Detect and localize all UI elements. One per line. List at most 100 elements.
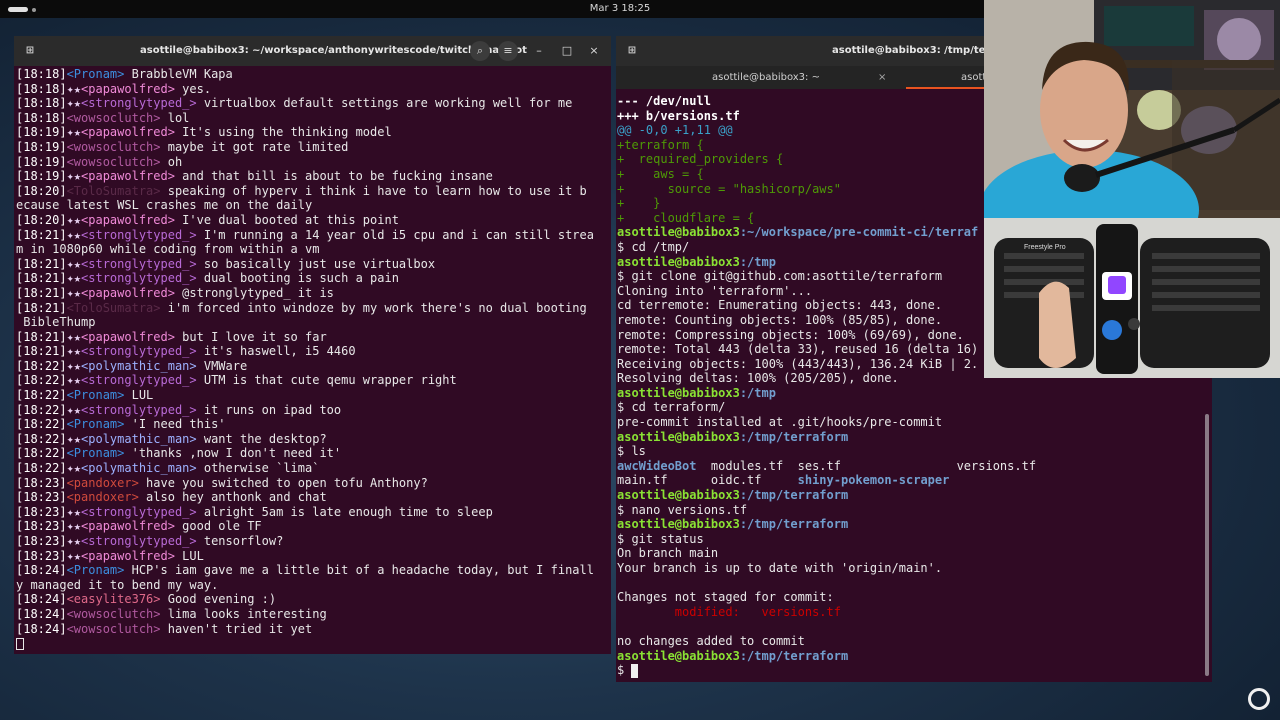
chat-badge: ✦★	[66, 431, 82, 446]
shell-text: Your branch is up to date with 'origin/m…	[617, 561, 943, 575]
shell-line: --- /dev/null	[617, 94, 1036, 109]
chat-line: m in 1080p60 while coding from within a …	[16, 242, 594, 257]
shell-line: $ ls	[617, 444, 1036, 459]
chat-log[interactable]: [18:18]<Pronam> BrabbleVM Kapa [18:18]✦★<…	[16, 67, 594, 651]
chat-line: [18:22]<Pronam> 'I need this'	[16, 417, 594, 432]
shell-text: remote: Counting objects: 100% (85/85), …	[617, 312, 943, 327]
tab-home[interactable]: asottile@babibox3: ~	[712, 66, 820, 89]
shell-text: @@ -0,0 +1,11 @@	[617, 123, 733, 138]
chat-message: HCP's iam gave me a little bit of a head…	[124, 563, 594, 578]
shell-text: + source = "hashicorp/aws"	[617, 181, 841, 196]
chat-timestamp: [18:21]	[16, 329, 67, 344]
shell-text: $ git status	[617, 531, 704, 546]
chat-line: [18:19]✦★<papawolfred> and that bill is …	[16, 169, 594, 184]
shell-text: cd terremote: Enumerating objects: 443, …	[617, 298, 943, 313]
chat-message: It's using the thinking model	[174, 125, 392, 140]
shell-line: remote: Compressing objects: 100% (69/69…	[617, 328, 1036, 343]
chat-terminal-titlebar[interactable]: ⊞ asottile@babibox3: ~/workspace/anthony…	[14, 36, 611, 66]
search-icon[interactable]: ⌕	[470, 41, 490, 61]
window-title: asottile@babibox3: ~/workspace/anthonywr…	[140, 45, 527, 56]
chat-badge: ✦★	[66, 169, 82, 184]
chat-timestamp: [18:18]	[16, 110, 67, 125]
maximize-icon[interactable]: □	[557, 41, 577, 61]
chat-line: [18:23]<pandoxer> have you switched to o…	[16, 476, 594, 491]
shell-text: Cloning into 'terraform'...	[617, 283, 813, 298]
chat-message: LUL	[124, 388, 154, 403]
shell-text: awcWideoBot	[617, 458, 697, 473]
chat-timestamp: [18:20]	[16, 212, 67, 227]
shell-text: asottile@babibox3	[617, 225, 740, 240]
shell-line: + cloudflare = {	[617, 211, 1036, 226]
minimize-icon[interactable]: –	[529, 41, 549, 61]
chat-username: <Pronam>	[66, 563, 125, 578]
shell-text: modified: versions.tf	[617, 604, 841, 619]
shell-text: main.tf oidc.tf	[617, 473, 798, 488]
shell-text: + cloudflare = {	[617, 210, 755, 225]
chat-line: [18:21]✦★<stronglytyped_> it's haswell, …	[16, 344, 594, 359]
shell-text: asottile@babibox3	[617, 488, 740, 503]
shell-line: asottile@babibox3:/tmp/terraform	[617, 517, 1036, 532]
chat-username: <polymathic_man>	[81, 431, 197, 446]
chat-message: good ole TF	[174, 519, 262, 534]
streamer-picture	[984, 0, 1280, 218]
chat-username: <stronglytyped_>	[81, 402, 197, 417]
shell-text: :/tmp	[739, 385, 776, 400]
shell-text: shiny-pokemon-scraper	[797, 473, 950, 488]
keyboard-picture	[984, 218, 1280, 378]
new-tab-icon[interactable]: ⊞	[624, 43, 640, 59]
chat-message: also hey anthonk and chat	[138, 490, 327, 505]
shell-text: :/tmp/terraform	[739, 517, 849, 532]
shell-text: + aws = {	[617, 166, 704, 181]
chat-timestamp: [18:23]	[16, 490, 67, 505]
chat-message: have you switched to open tofu Anthony?	[138, 475, 428, 490]
chat-badge: ✦★	[66, 548, 82, 563]
tab-close-icon[interactable]: ×	[878, 66, 886, 89]
chat-line: [18:22]✦★<polymathic_man> otherwise `lim…	[16, 461, 594, 476]
shell-text: remote: Compressing objects: 100% (69/69…	[617, 327, 964, 342]
new-tab-icon[interactable]: ⊞	[22, 43, 38, 59]
chat-timestamp: [18:20]	[16, 183, 67, 198]
chat-line: [18:19]✦★<papawolfred> It's using the th…	[16, 125, 594, 140]
shell-line: Resolving deltas: 100% (205/205), done.	[617, 371, 1036, 386]
chat-username: <polymathic_man>	[81, 461, 197, 476]
chat-line: [18:22]✦★<polymathic_man> want the deskt…	[16, 432, 594, 447]
chat-badge: ✦★	[66, 227, 82, 242]
chat-username: <pandoxer>	[66, 475, 139, 490]
chat-message: virtualbox default settings are working …	[196, 96, 573, 111]
chat-timestamp: [18:18]	[16, 81, 67, 96]
chat-username: <stronglytyped_>	[81, 344, 197, 359]
chat-terminal-window[interactable]: ⊞ asottile@babibox3: ~/workspace/anthony…	[14, 36, 611, 654]
chat-message: Good evening :)	[160, 592, 277, 607]
chat-message: BibleThump	[16, 315, 96, 330]
shell-line: asottile@babibox3:/tmp/terraform	[617, 649, 1036, 664]
chat-line: [18:24]<Pronam> HCP's iam gave me a litt…	[16, 563, 594, 578]
chat-message: ecause latest WSL crashes me on the dail…	[16, 198, 313, 213]
chat-message: it runs on ipad too	[196, 402, 342, 417]
chat-message: maybe it got rate limited	[160, 139, 349, 154]
ubuntu-logo-icon[interactable]	[1248, 688, 1270, 710]
menu-icon[interactable]: ≡	[498, 41, 518, 61]
chat-timestamp: [18:23]	[16, 475, 67, 490]
shell-text: --- /dev/null	[617, 94, 711, 108]
chat-badge: ✦★	[66, 329, 82, 344]
shell-line: +++ b/versions.tf	[617, 109, 1036, 124]
chat-badge: ✦★	[66, 402, 82, 417]
chat-message: @stronglytyped_ it is	[174, 285, 334, 300]
chat-line: [18:23]✦★<papawolfred> LUL	[16, 549, 594, 564]
chat-line: [18:22]<Pronam> LUL	[16, 388, 594, 403]
shell-output[interactable]: --- /dev/null +++ b/versions.tf @@ -0,0 +1…	[617, 94, 1036, 678]
close-icon[interactable]: ×	[584, 41, 604, 61]
scrollbar[interactable]	[1205, 414, 1209, 676]
shell-text: :/tmp/terraform	[739, 488, 849, 503]
chat-username: <Pronam>	[66, 67, 125, 81]
chat-message: lol	[160, 110, 190, 125]
chat-message: 'thanks ,now I don't need it'	[124, 446, 342, 461]
chat-line: ecause latest WSL crashes me on the dail…	[16, 198, 594, 213]
shell-line: asottile@babibox3:/tmp/terraform	[617, 430, 1036, 445]
chat-message: dual booting is such a pain	[196, 271, 399, 286]
chat-input-line[interactable]	[16, 636, 594, 651]
chat-badge: ✦★	[66, 519, 82, 534]
chat-line: [18:21]✦★<stronglytyped_> so basically j…	[16, 257, 594, 272]
shell-text: :/tmp/terraform	[739, 648, 849, 663]
